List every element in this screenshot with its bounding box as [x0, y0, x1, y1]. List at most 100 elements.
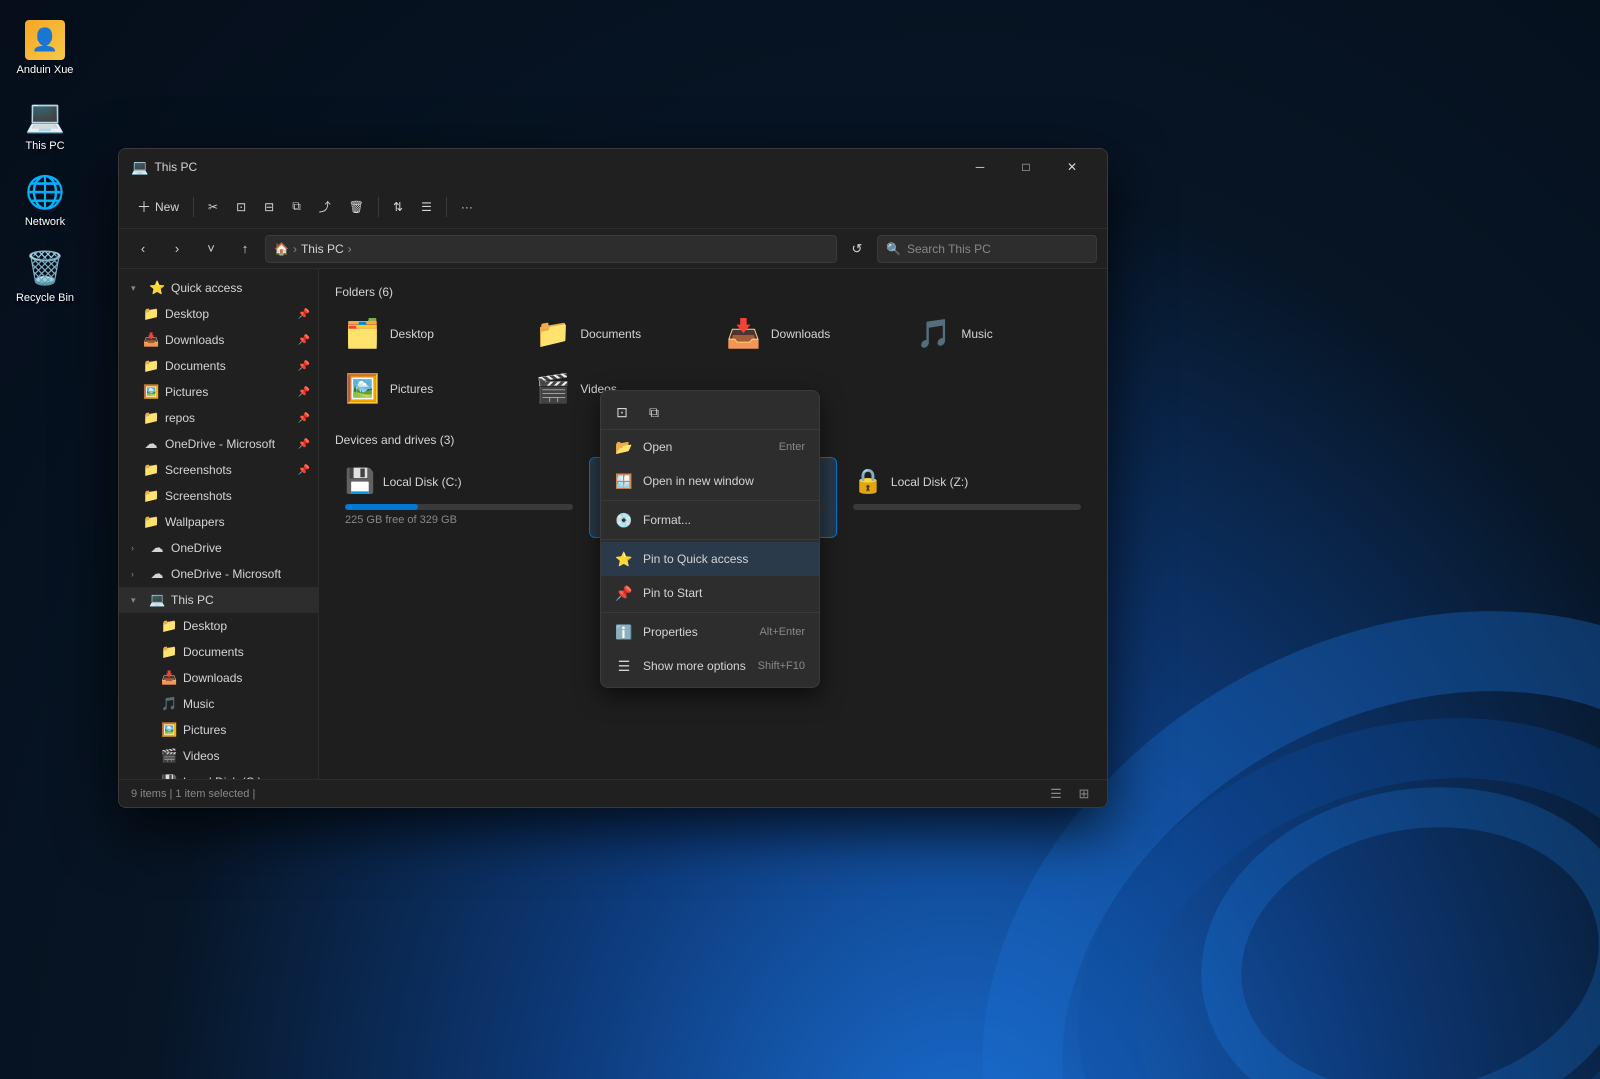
folder-item-desktop[interactable]: 🗂️ Desktop — [335, 309, 520, 358]
address-home-icon: 🏠 — [274, 242, 289, 256]
ctx-open-new-window-item[interactable]: 🪟 Open in new window — [601, 464, 819, 498]
desktop-icon-thispc[interactable]: 💻 This PC — [10, 96, 80, 152]
drive-c-icon: 💾 — [345, 467, 375, 496]
back-button[interactable]: ‹ — [129, 235, 157, 263]
sidebar-item-wallpapers[interactable]: 📁 Wallpapers — [119, 509, 318, 535]
sidebar-onedrive-label: OneDrive — [171, 541, 222, 555]
forward-button[interactable]: › — [163, 235, 191, 263]
ctx-pin-start-icon: 📌 — [615, 585, 633, 602]
sidebar: ▾ ⭐ Quick access 📁 Desktop 📌 📥 Downloads… — [119, 269, 319, 779]
ctx-pin-start-item[interactable]: 📌 Pin to Start — [601, 576, 819, 610]
up-button[interactable]: ↑ — [231, 235, 259, 263]
copy-button[interactable]: ⊡ — [228, 191, 254, 223]
desktop-icon-network[interactable]: 🌐 Network — [10, 172, 80, 228]
sidebar-pictures-label: Pictures — [165, 385, 208, 399]
sidebar-quick-access[interactable]: ▾ ⭐ Quick access — [119, 275, 318, 301]
ctx-properties-shortcut: Alt+Enter — [759, 626, 805, 638]
rename-icon: ⧉ — [292, 199, 301, 214]
thispc-sidebar-icon: 💻 — [149, 592, 165, 608]
refresh-button[interactable]: ↺ — [843, 235, 871, 263]
address-path[interactable]: 🏠 › This PC › — [265, 235, 837, 263]
close-button[interactable]: ✕ — [1049, 153, 1095, 181]
list-view-button[interactable]: ☰ — [1045, 783, 1067, 805]
sidebar-thispc-music[interactable]: 🎵 Music — [119, 691, 318, 717]
music-sub-icon: 🎵 — [161, 696, 177, 712]
sidebar-item-screenshots1[interactable]: 📁 Screenshots 📌 — [119, 457, 318, 483]
sidebar-item-pictures[interactable]: 🖼️ Pictures 📌 — [119, 379, 318, 405]
ctx-separator-2 — [601, 539, 819, 540]
sidebar-thispc-downloads[interactable]: 📥 Downloads — [119, 665, 318, 691]
recent-button[interactable]: ˅ — [197, 235, 225, 263]
ctx-properties-item[interactable]: ℹ️ Properties Alt+Enter — [601, 615, 819, 649]
videos-folder-icon: 🎬 — [536, 372, 571, 405]
sidebar-thispc-diskc[interactable]: › 💾 Local Disk (C:) — [119, 769, 318, 779]
more-button[interactable]: ··· — [453, 191, 481, 223]
pin-icon-5: 📌 — [298, 413, 310, 424]
pin-icon-6: 📌 — [298, 439, 310, 450]
sidebar-item-onedrive[interactable]: › ☁ OneDrive — [119, 535, 318, 561]
sidebar-thispc-desktop[interactable]: 📁 Desktop — [119, 613, 318, 639]
ctx-format-item[interactable]: 💿 Format... — [601, 503, 819, 537]
sort-icon: ⇅ — [393, 200, 403, 214]
sidebar-thispc-label: This PC — [171, 593, 214, 607]
ctx-open-icon: 📂 — [615, 439, 633, 456]
chevron-right-icon: › — [131, 543, 143, 553]
delete-button[interactable]: 🗑 — [341, 191, 372, 223]
new-button[interactable]: ＋ New — [129, 191, 187, 223]
share-button[interactable]: ⤴ — [311, 191, 339, 223]
thispc-icon: 💻 — [25, 96, 65, 136]
drive-c-bar-bg — [345, 504, 573, 510]
folder-item-pictures[interactable]: 🖼️ Pictures — [335, 364, 520, 413]
grid-view-button[interactable]: ⊞ — [1073, 783, 1095, 805]
sort-button[interactable]: ⇅ — [385, 191, 411, 223]
minimize-button[interactable]: ─ — [957, 153, 1003, 181]
title-bar: 💻 This PC ─ □ ✕ — [119, 149, 1107, 185]
sidebar-thispc-videos[interactable]: 🎬 Videos — [119, 743, 318, 769]
sidebar-item-downloads[interactable]: 📥 Downloads 📌 — [119, 327, 318, 353]
maximize-button[interactable]: □ — [1003, 153, 1049, 181]
ctx-copy-button[interactable]: ⊡ — [607, 399, 637, 425]
toolbar-separator-3 — [446, 197, 447, 217]
desktop-icon-user[interactable]: 👤 Anduin Xue — [10, 20, 80, 76]
folder-item-downloads[interactable]: 📥 Downloads — [716, 309, 901, 358]
drive-item-c[interactable]: 💾 Local Disk (C:) 225 GB free of 329 GB — [335, 457, 583, 538]
sidebar-item-screenshots2[interactable]: 📁 Screenshots — [119, 483, 318, 509]
sidebar-item-repos[interactable]: 📁 repos 📌 — [119, 405, 318, 431]
chevron-right-icon-2: › — [131, 569, 143, 579]
view-button[interactable]: ☰ — [413, 191, 440, 223]
folder-item-documents[interactable]: 📁 Documents — [526, 309, 711, 358]
sidebar-thispc-pictures[interactable]: 🖼️ Pictures — [119, 717, 318, 743]
address-sep-1: › — [293, 242, 297, 256]
ctx-open-new-icon: 🪟 — [615, 473, 633, 490]
ctx-show-more-item[interactable]: ☰ Show more options Shift+F10 — [601, 649, 819, 683]
sidebar-item-documents[interactable]: 📁 Documents 📌 — [119, 353, 318, 379]
ctx-pin-quick-item[interactable]: ⭐ Pin to Quick access — [601, 542, 819, 576]
drive-item-z[interactable]: 🔒 Local Disk (Z:) — [843, 457, 1091, 538]
desktop-icon-user-label: Anduin Xue — [17, 64, 74, 76]
sidebar-item-onedrive-microsoft-qa[interactable]: ☁ OneDrive - Microsoft 📌 — [119, 431, 318, 457]
network-icon: 🌐 — [25, 172, 65, 212]
sidebar-item-thispc[interactable]: ▾ 💻 This PC — [119, 587, 318, 613]
desktop-icon-recyclebin[interactable]: 🗑️ Recycle Bin — [10, 248, 80, 304]
address-bar: ‹ › ˅ ↑ 🏠 › This PC › ↺ 🔍 Search This PC — [119, 229, 1107, 269]
cut-button[interactable]: ✂ — [200, 191, 226, 223]
sidebar-item-desktop[interactable]: 📁 Desktop 📌 — [119, 301, 318, 327]
new-icon: ＋ — [137, 197, 151, 217]
folder-item-music[interactable]: 🎵 Music — [907, 309, 1092, 358]
sidebar-thispc-downloads-label: Downloads — [183, 671, 242, 685]
onedrive-ms-icon: ☁ — [149, 566, 165, 582]
rename-button[interactable]: ⧉ — [284, 191, 309, 223]
ctx-paste-button[interactable]: ⧉ — [639, 399, 669, 425]
sidebar-item-onedrive-microsoft[interactable]: › ☁ OneDrive - Microsoft — [119, 561, 318, 587]
sidebar-wallpapers-label: Wallpapers — [165, 515, 225, 529]
ctx-open-item[interactable]: 📂 Open Enter — [601, 430, 819, 464]
search-box[interactable]: 🔍 Search This PC — [877, 235, 1097, 263]
view-icon: ☰ — [421, 200, 432, 214]
sidebar-thispc-documents[interactable]: 📁 Documents — [119, 639, 318, 665]
paste-button[interactable]: ⊟ — [256, 191, 282, 223]
pin-icon-3: 📌 — [298, 361, 310, 372]
desktop-sub-icon: 📁 — [161, 618, 177, 634]
repos-folder-icon: 📁 — [143, 410, 159, 426]
sidebar-documents-label: Documents — [165, 359, 226, 373]
context-menu: ⊡ ⧉ 📂 Open Enter 🪟 Open in new window 💿 … — [600, 390, 820, 688]
